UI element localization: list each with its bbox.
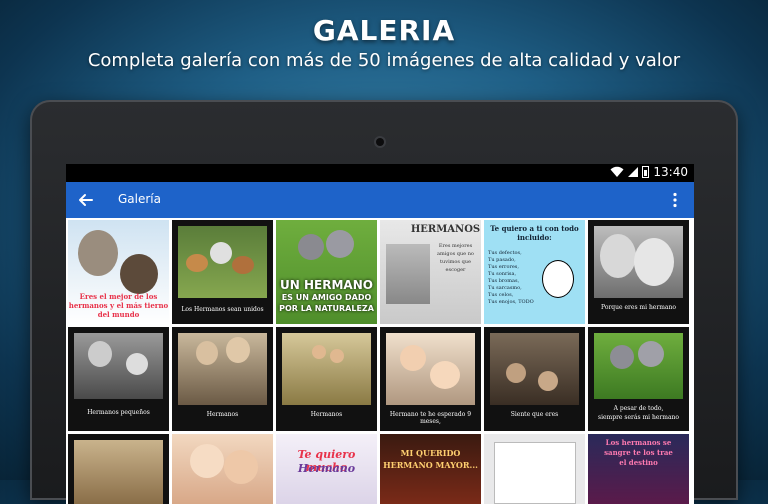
gallery-tile[interactable]: Eres el mejor de los hermanos y el más t…: [68, 220, 169, 324]
tile-heading: Te quiero a ti con todo incluido:: [490, 224, 579, 242]
promo-title: GALERIA: [312, 14, 456, 47]
tile-caption-line2: siempre serás mi hermano: [597, 414, 679, 421]
tile-caption-line2: HERMANO MAYOR...: [383, 460, 478, 470]
gallery-tile[interactable]: Te quiero a ti con todo incluido: Tus de…: [484, 220, 585, 324]
list-item: Tu pasado,: [488, 257, 516, 263]
signal-icon: [628, 167, 639, 177]
gallery-tile[interactable]: [172, 434, 273, 504]
toolbar-title: Galería: [118, 192, 161, 206]
tile-caption: Hermanos: [206, 411, 239, 418]
gallery-tile[interactable]: Siente que eres: [484, 327, 585, 431]
gallery-tile[interactable]: Te quiero mucho Hermano: [276, 434, 377, 504]
tile-caption-line3: el destino: [619, 458, 658, 467]
gallery-tile[interactable]: A pesar de todo, siempre serás mi herman…: [588, 327, 689, 431]
battery-icon: [642, 166, 650, 178]
list-item: Tus defectos,: [488, 250, 522, 256]
tile-caption-line3: POR LA NATURALEZA: [279, 304, 374, 313]
tile-caption-line1: MI QUERIDO: [400, 448, 461, 458]
status-time: 13:40: [653, 165, 688, 179]
gallery-tile[interactable]: Hermanos pequeños: [68, 327, 169, 431]
tile-caption: Los Hermanos sean unidos: [181, 306, 264, 313]
tile-caption: Hermanos: [310, 411, 343, 418]
gallery-tile[interactable]: Los Hermanos sean unidos: [172, 220, 273, 324]
gallery-tile[interactable]: Porque eres mi hermano: [588, 220, 689, 324]
list-item: Tu sarcasmo,: [488, 285, 522, 291]
more-vert-icon[interactable]: [666, 191, 684, 209]
tile-caption: Hermano te he esperado 9 meses,: [389, 411, 472, 425]
gallery-tile[interactable]: MI QUERIDO HERMANO MAYOR...: [380, 434, 481, 504]
gallery-tile[interactable]: [484, 434, 585, 504]
device-screen: 13:40 Galería Eres el mejor de los herma…: [66, 164, 694, 504]
gallery-tile[interactable]: Hermano te he esperado 9 meses,: [380, 327, 481, 431]
gallery-tile[interactable]: Hermanos: [276, 327, 377, 431]
list-item: Tus enojos, TODO: [488, 299, 534, 305]
gallery-tile[interactable]: HERMANOS Eres mejores amigos que no tuvi…: [380, 220, 481, 324]
tile-caption-line2: sangre te los trae: [604, 448, 673, 457]
gallery-tile[interactable]: [68, 434, 169, 504]
list-item: Tu sonrisa,: [488, 271, 517, 277]
wifi-icon: [610, 166, 624, 177]
tile-caption-line1: UN HERMANO: [280, 278, 373, 292]
tablet-frame: 13:40 Galería Eres el mejor de los herma…: [30, 100, 738, 504]
tile-text: Eres mejores amigos que no tuvimos que e…: [437, 243, 474, 273]
app-toolbar: Galería: [66, 182, 694, 218]
tile-caption: Hermanos pequeños: [87, 409, 150, 416]
status-bar: 13:40: [66, 164, 694, 182]
tile-caption-line1: Los hermanos se: [605, 438, 672, 447]
arrow-left-icon[interactable]: [76, 190, 96, 210]
tile-caption-line1: A pesar de todo,: [613, 405, 664, 412]
tile-caption-line2: Hermano: [297, 462, 356, 475]
camera-lens: [376, 138, 384, 146]
list-item: Tus celos,: [488, 292, 514, 298]
tile-caption-line2: ES UN AMIGO DADO: [281, 293, 372, 302]
tile-caption: Siente que eres: [510, 411, 559, 418]
tile-caption: Porque eres mi hermano: [601, 304, 676, 311]
snoopy-illustration: [542, 260, 574, 298]
gallery-tile[interactable]: Los hermanos se sangre te los trae el de…: [588, 434, 689, 504]
gallery-tile[interactable]: UN HERMANO ES UN AMIGO DADO POR LA NATUR…: [276, 220, 377, 324]
tile-caption: Eres el mejor de los hermanos y el más t…: [68, 292, 169, 319]
list-item: Tus bromas,: [488, 278, 520, 284]
tile-heading: HERMANOS: [410, 224, 481, 235]
gallery-grid: Eres el mejor de los hermanos y el más t…: [66, 218, 694, 504]
gallery-tile[interactable]: Hermanos: [172, 327, 273, 431]
promo-subtitle: Completa galería con más de 50 imágenes …: [87, 50, 681, 71]
list-item: Tus errores,: [488, 264, 519, 270]
